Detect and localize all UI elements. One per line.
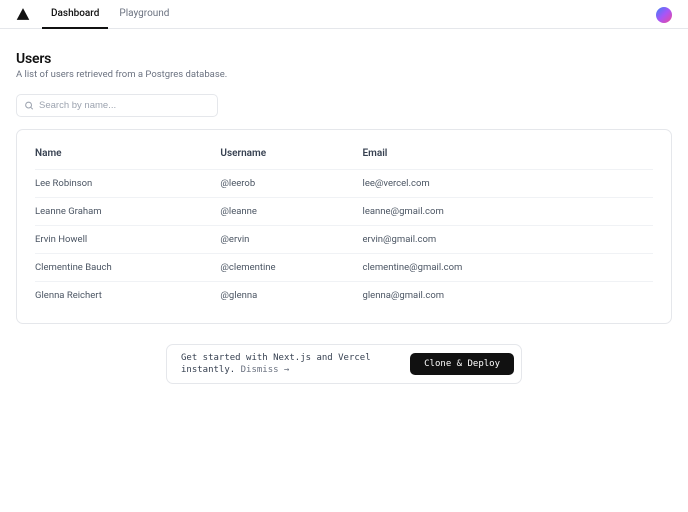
cell-username: @ervin (220, 234, 362, 245)
col-header-name: Name (35, 148, 220, 159)
cell-username: @glenna (220, 290, 362, 301)
cell-email: glenna@gmail.com (363, 290, 653, 301)
cell-name: Glenna Reichert (35, 290, 220, 301)
table-header: Name Username Email (35, 148, 653, 169)
cell-name: Lee Robinson (35, 178, 220, 189)
clone-deploy-button[interactable]: Clone & Deploy (410, 353, 514, 375)
col-header-username: Username (220, 148, 362, 159)
cell-email: leanne@gmail.com (363, 206, 653, 217)
users-table: Name Username Email Lee Robinson @leerob… (16, 129, 672, 324)
cell-username: @leerob (220, 178, 362, 189)
nav-tabs: Dashboard Playground (42, 0, 178, 29)
cell-email: ervin@gmail.com (363, 234, 653, 245)
cell-username: @leanne (220, 206, 362, 217)
table-row: Ervin Howell @ervin ervin@gmail.com (35, 225, 653, 253)
banner-text: Get started with Next.js and Vercel inst… (181, 352, 371, 376)
cta-banner: Get started with Next.js and Vercel inst… (166, 344, 522, 384)
cell-name: Ervin Howell (35, 234, 220, 245)
banner-line-1: Get started with Next.js and Vercel (181, 353, 371, 363)
table-row: Glenna Reichert @glenna glenna@gmail.com (35, 281, 653, 309)
search-input[interactable] (16, 94, 218, 117)
search-icon (24, 96, 34, 115)
dismiss-link[interactable]: Dismiss → (241, 365, 290, 375)
cell-email: lee@vercel.com (363, 178, 653, 189)
tab-dashboard[interactable]: Dashboard (42, 0, 108, 29)
table-row: Clementine Bauch @clementine clementine@… (35, 253, 653, 281)
banner-line-2-prefix: instantly. (181, 365, 241, 375)
page-subtitle: A list of users retrieved from a Postgre… (16, 69, 672, 80)
cell-name: Clementine Bauch (35, 262, 220, 273)
page-title: Users (16, 51, 672, 67)
col-header-email: Email (363, 148, 653, 159)
page-content: Users A list of users retrieved from a P… (0, 29, 688, 406)
top-bar: Dashboard Playground (0, 0, 688, 29)
table-row: Lee Robinson @leerob lee@vercel.com (35, 169, 653, 197)
cell-username: @clementine (220, 262, 362, 273)
tab-playground[interactable]: Playground (110, 0, 178, 29)
table-row: Leanne Graham @leanne leanne@gmail.com (35, 197, 653, 225)
cell-email: clementine@gmail.com (363, 262, 653, 273)
user-avatar[interactable] (656, 7, 672, 23)
vercel-logo[interactable] (16, 7, 30, 21)
search-container (16, 93, 218, 117)
cell-name: Leanne Graham (35, 206, 220, 217)
